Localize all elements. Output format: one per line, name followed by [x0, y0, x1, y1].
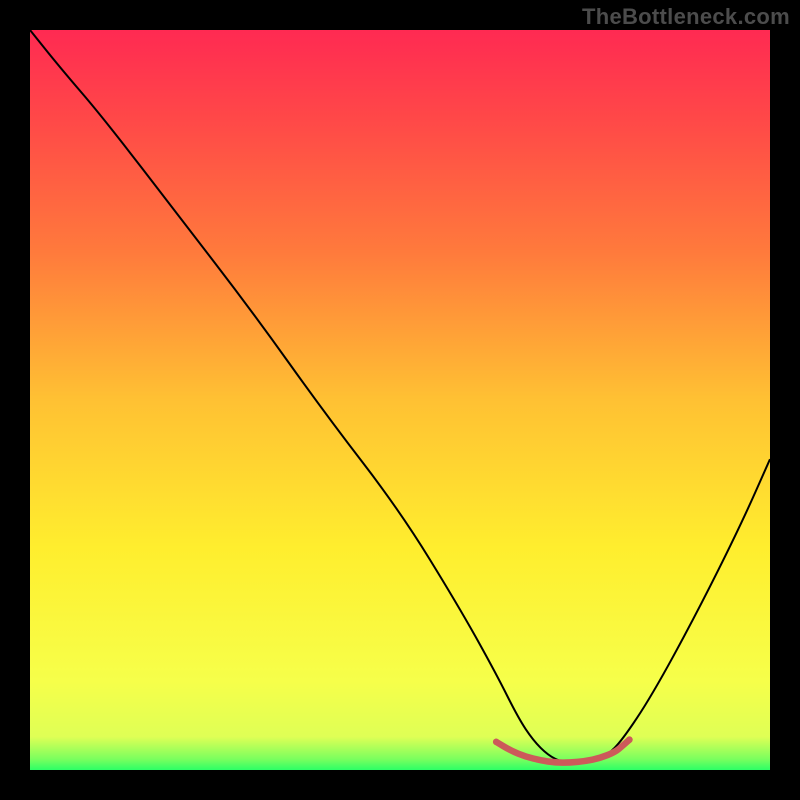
chart-svg — [30, 30, 770, 770]
gradient-background — [30, 30, 770, 770]
valley-end-dot — [493, 739, 500, 746]
watermark-text: TheBottleneck.com — [582, 4, 790, 30]
valley-end-dot — [626, 736, 633, 743]
chart-container: TheBottleneck.com — [0, 0, 800, 800]
plot-area — [30, 30, 770, 770]
